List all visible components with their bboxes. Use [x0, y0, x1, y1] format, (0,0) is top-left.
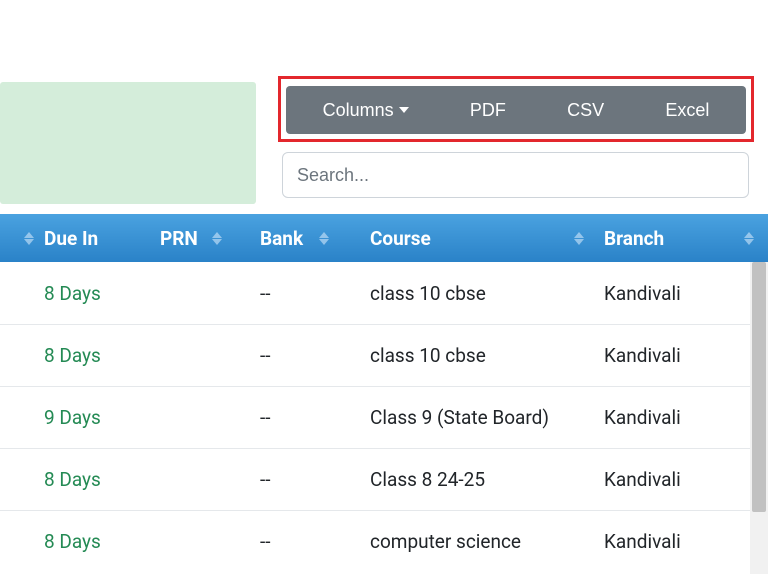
search-input[interactable]: [282, 152, 749, 198]
table-body: 8 Days--class 10 cbseKandivali8 Days--cl…: [0, 262, 768, 572]
col-header-prn[interactable]: PRN: [160, 227, 260, 250]
cell-course: computer science: [370, 530, 604, 553]
columns-label: Columns: [323, 100, 394, 121]
col-header-label: Branch: [604, 227, 664, 250]
excel-label: Excel: [665, 100, 709, 121]
cell-due-in: 8 Days: [44, 282, 160, 305]
table-row[interactable]: 8 Days --Class 8 24-25Kandivali: [0, 448, 768, 510]
table-header: Due In PRN Bank Course Branch: [0, 214, 768, 262]
cell-course: class 10 cbse: [370, 344, 604, 367]
sort-icon: [319, 232, 329, 245]
notification-bg: [0, 82, 256, 204]
pdf-label: PDF: [470, 100, 506, 121]
table-row[interactable]: 8 Days --class 10 cbseKandivali: [0, 262, 768, 324]
data-table: Due In PRN Bank Course Branch 8 Days--cl…: [0, 214, 768, 572]
excel-button[interactable]: Excel: [657, 90, 717, 131]
col-header-bank[interactable]: Bank: [260, 227, 370, 250]
csv-button[interactable]: CSV: [559, 90, 612, 131]
table-row[interactable]: 9 Days --Class 9 (State Board)Kandivali: [0, 386, 768, 448]
scrollbar-thumb[interactable]: [752, 262, 766, 512]
search-container: [282, 152, 749, 198]
cell-bank: --: [260, 468, 370, 491]
col-header-label: Course: [370, 227, 431, 250]
sort-icon: [744, 232, 754, 245]
pdf-button[interactable]: PDF: [462, 90, 514, 131]
cell-bank: --: [260, 406, 370, 429]
cell-course: class 10 cbse: [370, 282, 604, 305]
cell-course: Class 9 (State Board): [370, 406, 604, 429]
col-header-label: Bank: [260, 227, 303, 250]
sort-icon: [574, 232, 584, 245]
cell-branch: Kandivali: [604, 406, 734, 429]
cell-due-in: 8 Days: [44, 530, 160, 553]
col-header-course[interactable]: Course: [370, 227, 604, 250]
cell-branch: Kandivali: [604, 530, 734, 553]
cell-bank: --: [260, 282, 370, 305]
cell-branch: Kandivali: [604, 282, 734, 305]
cell-course: Class 8 24-25: [370, 468, 604, 491]
col-header-due-in[interactable]: Due In: [44, 227, 160, 250]
cell-bank: --: [260, 530, 370, 553]
col-header-label: Due In: [44, 227, 98, 250]
vertical-scrollbar[interactable]: [750, 262, 768, 574]
cell-bank: --: [260, 344, 370, 367]
cell-due-in: 8 Days: [44, 468, 160, 491]
cell-due-in: 8 Days: [44, 344, 160, 367]
col-header-branch[interactable]: Branch: [604, 227, 734, 250]
cell-branch: Kandivali: [604, 344, 734, 367]
cell-branch: Kandivali: [604, 468, 734, 491]
sort-icon: [212, 232, 222, 245]
table-row[interactable]: 8 Days --class 10 cbseKandivali: [0, 324, 768, 386]
columns-button[interactable]: Columns: [315, 90, 417, 131]
col-header-label: PRN: [160, 227, 198, 250]
table-row[interactable]: 8 Days --computer scienceKandivali: [0, 510, 768, 572]
caret-down-icon: [399, 107, 409, 113]
cell-due-in: 9 Days: [44, 406, 160, 429]
export-toolbar: Columns PDF CSV Excel: [286, 86, 746, 134]
csv-label: CSV: [567, 100, 604, 121]
sort-icon: [24, 232, 34, 245]
